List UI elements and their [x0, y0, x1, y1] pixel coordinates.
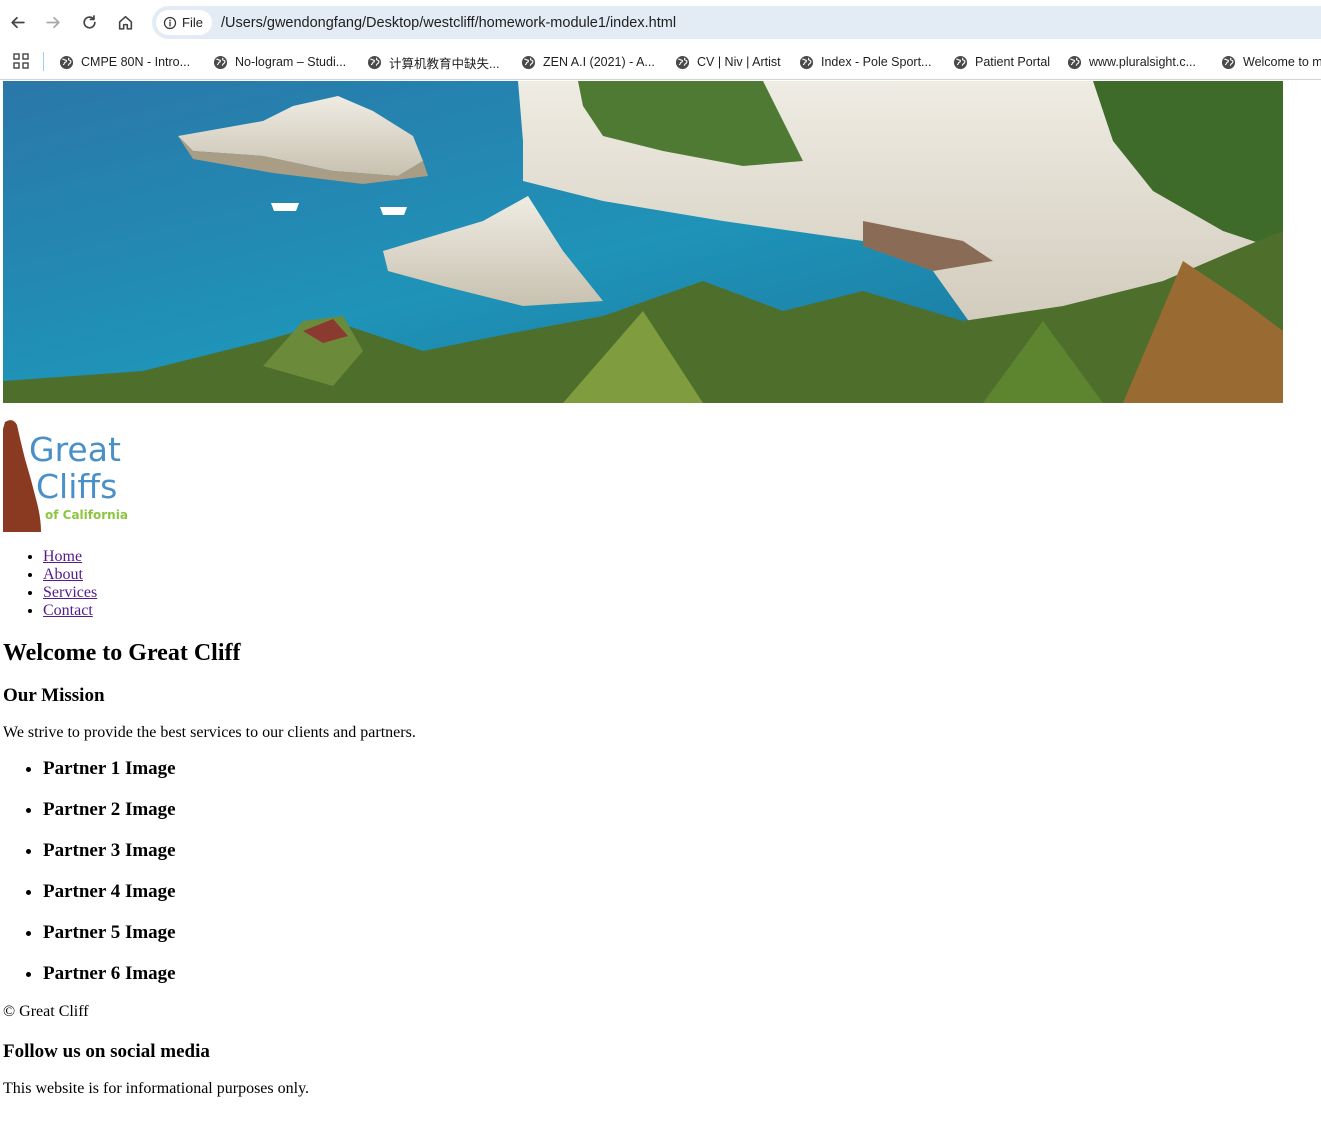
- bookmark-label: Index - Pole Sport...: [821, 55, 932, 69]
- bookmark-item[interactable]: Welcome to m: [1221, 51, 1321, 73]
- bookmark-item[interactable]: ZEN A.I (2021) - A...: [521, 51, 655, 73]
- home-icon: [118, 15, 132, 30]
- bookmark-label: 计算机教育中缺失...: [389, 56, 500, 71]
- partner-item: Partner 1 Image: [43, 758, 1321, 780]
- nav-item: About: [43, 566, 1321, 584]
- bookmark-item[interactable]: 计算机教育中缺失...: [367, 51, 499, 73]
- bookmarks-separator: [43, 52, 44, 71]
- arrow-left-icon: [10, 16, 25, 28]
- nav-link-contact[interactable]: Contact: [43, 602, 93, 619]
- partners-list: Partner 1 Image Partner 2 Image Partner …: [3, 758, 1321, 985]
- address-bar[interactable]: File /Users/gwendongfang/Desktop/westcli…: [152, 6, 1321, 39]
- site-info-chip[interactable]: File: [156, 10, 212, 35]
- bookmark-item[interactable]: Index - Pole Sport...: [799, 51, 931, 73]
- bookmark-label: CMPE 80N - Intro...: [81, 55, 191, 69]
- chip-label: File: [182, 15, 203, 30]
- nav-item: Home: [43, 548, 1321, 566]
- logo-text-line2: Cliffs: [36, 467, 117, 506]
- bookmark-item[interactable]: www.pluralsight.c...: [1067, 51, 1196, 73]
- bookmark-item[interactable]: Patient Portal: [953, 51, 1050, 73]
- main-nav: Home About Services Contact: [3, 548, 1321, 620]
- back-button[interactable]: [5, 10, 29, 34]
- nav-link-services[interactable]: Services: [43, 584, 97, 601]
- bookmark-label: www.pluralsight.c...: [1089, 55, 1196, 69]
- globe-icon: [1067, 55, 1082, 69]
- arrow-right-icon: [45, 16, 60, 28]
- page-content: Great Cliffs of California Home About Se…: [3, 81, 1321, 1099]
- partner-item: Partner 2 Image: [43, 799, 1321, 821]
- partner-item: Partner 4 Image: [43, 881, 1321, 903]
- bookmark-label: CV | Niv | Artist: [697, 55, 781, 69]
- mission-text: We strive to provide the best services t…: [3, 724, 416, 741]
- globe-icon: [953, 55, 968, 69]
- globe-icon: [521, 55, 536, 69]
- bookmark-item[interactable]: CMPE 80N - Intro...: [59, 51, 190, 73]
- globe-icon: [1221, 55, 1236, 69]
- great-cliffs-logo: Great Cliffs of California: [3, 420, 127, 532]
- bookmark-item[interactable]: No-logram – Studi...: [213, 51, 346, 73]
- bookmark-label: Welcome to m: [1243, 55, 1321, 69]
- partner-item: Partner 5 Image: [43, 922, 1321, 944]
- reload-button[interactable]: [77, 10, 101, 34]
- mission-heading: Our Mission: [3, 685, 105, 706]
- bookmarks-bar: CMPE 80N - Intro... No-logram – Studi...…: [0, 44, 1321, 80]
- copyright-text: © Great Cliff: [3, 1003, 89, 1020]
- info-icon: [163, 16, 177, 29]
- globe-icon: [213, 55, 228, 69]
- reload-icon: [82, 14, 96, 29]
- globe-icon: [367, 55, 382, 69]
- browser-toolbar: File /Users/gwendongfang/Desktop/westcli…: [0, 0, 1321, 44]
- logo-text-line3: of California: [45, 508, 127, 522]
- bookmark-label: No-logram – Studi...: [235, 55, 347, 69]
- partner-item: Partner 3 Image: [43, 840, 1321, 862]
- logo-text-line1: Great: [29, 430, 121, 469]
- home-button[interactable]: [113, 10, 137, 34]
- partner-item: Partner 6 Image: [43, 963, 1321, 985]
- nav-link-about[interactable]: About: [43, 566, 83, 583]
- forward-button[interactable]: [41, 10, 65, 34]
- nav-link-home[interactable]: Home: [43, 548, 82, 565]
- social-heading: Follow us on social media: [3, 1041, 210, 1062]
- globe-icon: [59, 55, 74, 69]
- bookmark-label: ZEN A.I (2021) - A...: [543, 55, 655, 69]
- globe-icon: [799, 55, 814, 69]
- page-title: Welcome to Great Cliff: [3, 640, 241, 666]
- disclaimer-text: This website is for informational purpos…: [3, 1080, 310, 1097]
- nav-item: Contact: [43, 602, 1321, 620]
- hero-image: [3, 81, 1283, 403]
- nav-item: Services: [43, 584, 1321, 602]
- apps-grid-icon[interactable]: [12, 52, 30, 70]
- bookmark-item[interactable]: CV | Niv | Artist: [675, 51, 781, 73]
- bookmark-label: Patient Portal: [975, 55, 1051, 69]
- globe-icon: [675, 55, 690, 69]
- url-text[interactable]: /Users/gwendongfang/Desktop/westcliff/ho…: [221, 15, 676, 31]
